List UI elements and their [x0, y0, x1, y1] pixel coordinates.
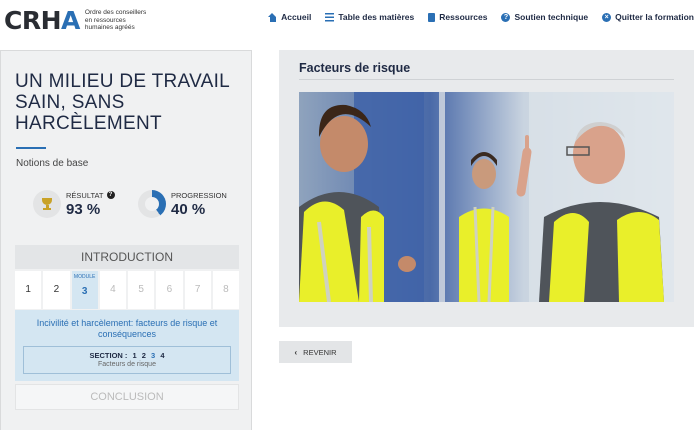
section-name: Facteurs de risque: [98, 361, 156, 368]
section-link-1[interactable]: 1: [133, 351, 137, 360]
progress-value: 40 %: [171, 200, 206, 218]
section-link-2[interactable]: 2: [142, 351, 146, 360]
crha-logo[interactable]: CRHA Ordre des conseillers en ressources…: [4, 6, 147, 35]
content-divider: [299, 79, 674, 80]
module-tab-7[interactable]: 7: [184, 271, 211, 309]
back-button-label: REVENIR: [303, 347, 337, 357]
result-label: RÉSULTAT: [66, 190, 104, 200]
module-tag: MODULE: [73, 274, 96, 280]
progress-label: PROGRESSION: [171, 190, 227, 200]
result-stat: RÉSULTAT ? 93 %: [33, 190, 115, 218]
nav-table-of-contents[interactable]: Table des matières: [325, 12, 414, 22]
result-value: 93 %: [66, 200, 101, 218]
list-icon: [325, 12, 335, 22]
course-sidebar: UN MILIEU DE TRAVAIL SAIN, SANS HARCÈLEM…: [0, 50, 252, 430]
help-circle-icon: ?: [501, 12, 511, 22]
trophy-icon: [33, 190, 61, 218]
module-tab-6[interactable]: 6: [156, 271, 183, 309]
nav-quit-label: Quitter la formation: [615, 12, 694, 22]
module-tab-2[interactable]: 2: [43, 271, 70, 309]
nav-quit[interactable]: × Quitter la formation: [602, 12, 694, 22]
progress-stat: PROGRESSION 40 %: [138, 190, 227, 218]
nav-support-label: Soutien technique: [514, 12, 589, 22]
header: CRHA Ordre des conseillers en ressources…: [0, 0, 700, 40]
module-tab-8[interactable]: 8: [212, 271, 239, 309]
video-still-image[interactable]: [299, 92, 674, 302]
section-nav: SECTION : 1 2 3 4 Facteurs de risque: [23, 346, 231, 374]
help-icon[interactable]: ?: [106, 191, 115, 199]
section-link-3[interactable]: 3: [151, 351, 155, 360]
nav-support[interactable]: ? Soutien technique: [501, 12, 588, 22]
title-divider: [16, 147, 46, 149]
module-tabs: 1 2 MODULE 3 4 5 6 7 8: [15, 271, 239, 309]
module-tab-3[interactable]: MODULE 3: [71, 271, 98, 309]
module-tab-1[interactable]: 1: [15, 271, 42, 309]
nav-home[interactable]: Accueil: [268, 12, 311, 22]
workplace-scene-illustration: [299, 92, 674, 302]
section-link-4[interactable]: 4: [160, 351, 164, 360]
logo-tagline: Ordre des conseillers en ressources huma…: [84, 9, 147, 32]
module-tab-3-number: 3: [81, 286, 88, 297]
introduction-button[interactable]: INTRODUCTION: [15, 245, 239, 269]
progress-pie-icon: [138, 190, 166, 218]
chevron-left-icon: ‹: [294, 347, 298, 357]
module-tab-4[interactable]: 4: [99, 271, 126, 309]
top-nav: Accueil Table des matières Ressources ? …: [268, 12, 694, 22]
content-panel: Facteurs de risque: [279, 50, 694, 327]
course-title: UN MILIEU DE TRAVAIL SAIN, SANS HARCÈLEM…: [15, 71, 230, 134]
module-name[interactable]: Incivilité et harcèlement: facteurs de r…: [21, 318, 233, 340]
conclusion-button[interactable]: CONCLUSION: [15, 384, 239, 410]
current-module-panel: Incivilité et harcèlement: facteurs de r…: [15, 310, 239, 381]
module-tab-5[interactable]: 5: [128, 271, 155, 309]
home-icon: [268, 12, 277, 22]
back-button[interactable]: ‹ REVENIR: [279, 341, 352, 363]
course-subtitle: Notions de base: [16, 158, 89, 169]
nav-home-label: Accueil: [281, 12, 312, 22]
section-label: SECTION :: [89, 351, 128, 360]
nav-resources-label: Ressources: [439, 12, 488, 22]
nav-toc-label: Table des matières: [338, 12, 415, 22]
book-icon: [428, 12, 436, 22]
content-title: Facteurs de risque: [299, 61, 411, 75]
close-circle-icon: ×: [602, 12, 612, 22]
logo-wordmark: CRHA: [4, 6, 80, 35]
nav-resources[interactable]: Ressources: [428, 12, 487, 22]
